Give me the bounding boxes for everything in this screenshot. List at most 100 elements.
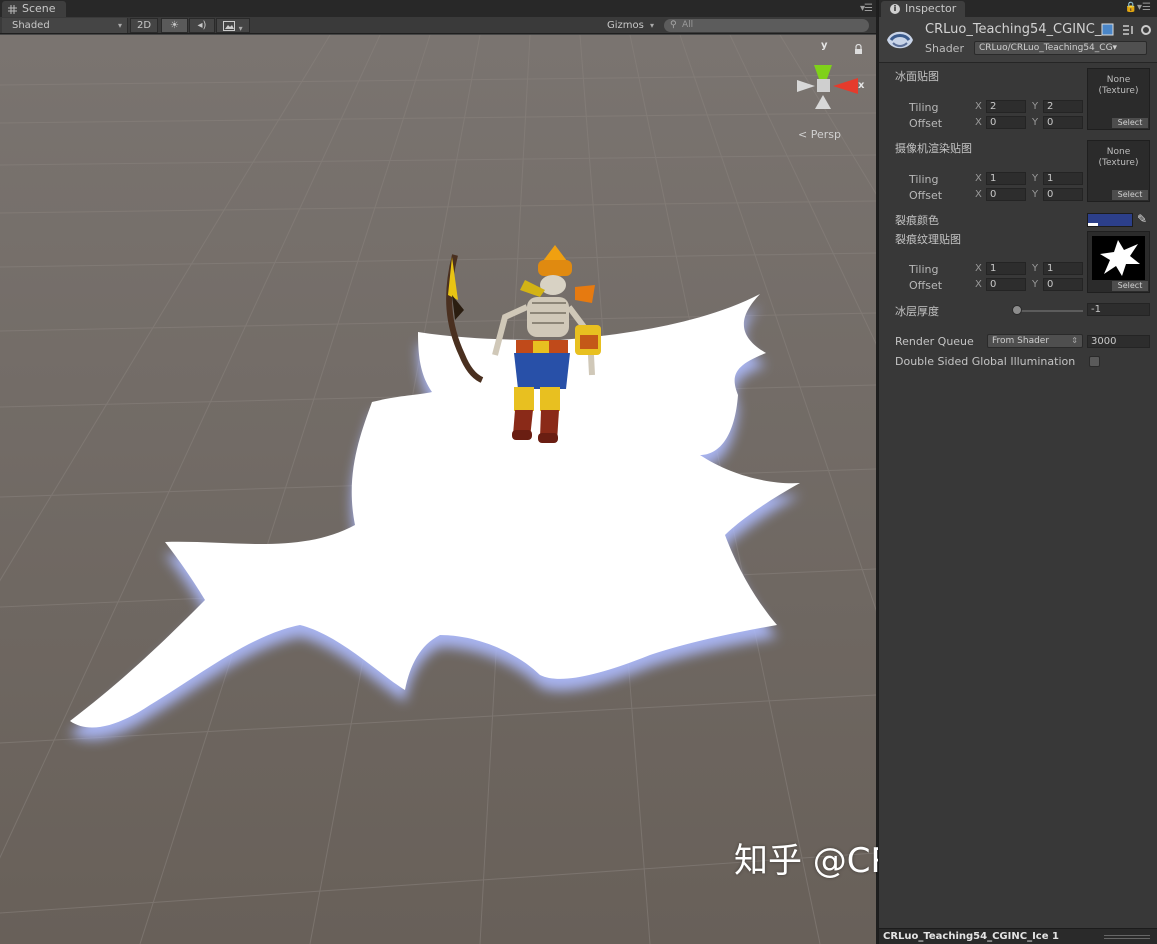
y-label: Y [1032,101,1039,112]
header-icons [1101,23,1151,36]
shader-dropdown[interactable]: CRLuo/CRLuo_Teaching54_CG▾ [974,41,1147,55]
x-label: X [975,189,982,200]
ice-offset-x-field[interactable]: 0 [986,116,1026,129]
x-label: X [975,101,982,112]
chevron-down-icon: ▾ [238,24,243,33]
crack-tiling-x-field[interactable]: 1 [986,262,1026,275]
ice-thickness-field[interactable]: -1 [1087,303,1150,316]
crack-texture-label: 裂痕纹理贴图 [895,233,961,246]
camera-texture-select-button[interactable]: Select [1112,190,1148,200]
ice-thickness-slider-handle[interactable] [1012,305,1022,315]
audio-icon: ◂) [197,20,207,31]
scene-render [0,35,876,944]
camera-tiling-x-field[interactable]: 1 [986,172,1026,185]
ice-tiling-y-field[interactable]: 2 [1043,100,1083,113]
crack-offset-y-field[interactable]: 0 [1043,278,1083,291]
draw-mode-dropdown[interactable]: Shaded ▾ [2,18,128,33]
camera-texture-label: 摄像机渲染贴图 [895,142,972,155]
scene-grid-icon [8,5,17,14]
ice-texture-label: 冰面贴图 [895,70,939,83]
presets-icon[interactable] [1123,25,1133,35]
sun-icon: ☀ [170,20,179,31]
crack-offset-x-field[interactable]: 0 [986,278,1026,291]
material-icon [887,31,913,49]
crack-tiling-y-field[interactable]: 1 [1043,262,1083,275]
projection-toggle[interactable]: < Persp [798,128,841,141]
render-queue-label: Render Queue [895,335,974,348]
effects-dropdown[interactable]: ▾ [216,18,250,33]
info-icon: i [890,4,900,14]
lighting-toggle-button[interactable]: ☀ [161,18,188,33]
texture-type-label: (Texture) [1098,86,1139,96]
tiling-label: Tiling [909,173,939,186]
camera-texture-slot[interactable]: None (Texture) Select [1087,140,1150,202]
preview-title: CRLuo_Teaching54_CGINC_Ice 1 [883,931,1059,942]
gizmo-y-label: y [821,40,828,51]
offset-label: Offset [909,189,943,202]
image-effects-icon [223,21,236,31]
2d-toggle-label: 2D [136,20,152,31]
ice-thickness-label: 冰层厚度 [895,305,939,318]
chevron-down-icon: ▾ [649,21,654,30]
camera-tiling-y-field[interactable]: 1 [1043,172,1083,185]
crack-color-field[interactable] [1087,213,1133,227]
x-label: X [975,279,982,290]
scene-search-input[interactable]: ⚲ All [664,19,869,32]
lock-icon[interactable] [854,44,863,55]
shader-label: Shader [925,42,964,55]
crack-texture-slot[interactable]: Select [1087,231,1150,293]
help-icon[interactable] [1101,23,1114,36]
inspector-tab[interactable]: i Inspector [881,1,965,17]
camera-offset-x-field[interactable]: 0 [986,188,1026,201]
texture-none-label: None [1106,147,1131,157]
ice-texture-slot[interactable]: None (Texture) Select [1087,68,1150,130]
chevron-down-icon: ▾ [1112,43,1118,53]
eyedropper-icon[interactable]: ✎ [1137,212,1147,226]
render-queue-field[interactable]: 3000 [1087,335,1150,348]
ice-tiling-x-field[interactable]: 2 [986,100,1026,113]
scene-tab[interactable]: Scene [2,1,66,17]
y-label: Y [1032,117,1039,128]
projection-label: Persp [810,128,841,141]
search-placeholder: All [682,20,694,30]
audio-toggle-button[interactable]: ◂) [189,18,215,33]
menu-icon[interactable]: ▾☰ [860,3,873,14]
y-label: Y [1032,173,1039,184]
shader-value: CRLuo/CRLuo_Teaching54_CG [979,43,1113,53]
material-header: CRLuo_Teaching54_CGINC_ Shader CRLuo/CRL… [879,17,1157,63]
scene-tabbar: Scene ▾☰ [0,0,876,17]
chevron-down-icon: ▾ [117,21,122,30]
scene-toolbar: Shaded ▾ 2D ☀ ◂) ▾ Gizmos ▾ ⚲ All [0,17,876,34]
inspector-tabbar: i Inspector 🔒▾☰ [879,0,1157,17]
lock-icon[interactable]: 🔒▾☰ [1125,2,1151,13]
tiling-label: Tiling [909,101,939,114]
scene-tab-label: Scene [22,2,56,15]
ice-texture-select-button[interactable]: Select [1112,118,1148,128]
gizmos-label: Gizmos [607,20,644,31]
offset-label: Offset [909,279,943,292]
drag-handle-icon[interactable] [1104,935,1150,939]
texture-none-label: None [1106,75,1131,85]
gear-icon[interactable] [1141,25,1151,35]
render-queue-dropdown[interactable]: From Shader ⇕ [987,334,1083,348]
double-sided-gi-label: Double Sided Global Illumination [895,355,1076,368]
ice-thickness-slider[interactable] [1015,310,1083,312]
draw-mode-label: Shaded [12,20,50,31]
inspector-panel: i Inspector 🔒▾☰ CRLuo_Teaching54_CGINC_ … [878,0,1157,944]
ice-offset-y-field[interactable]: 0 [1043,116,1083,129]
scene-panel: Scene ▾☰ Shaded ▾ 2D ☀ ◂) ▾ Gizmos ▾ ⚲ A… [0,0,1140,944]
crack-color-label: 裂痕颜色 [895,214,939,227]
preview-bar[interactable]: CRLuo_Teaching54_CGINC_Ice 1 [879,928,1157,944]
alpha-bar [1088,223,1098,226]
inspector-tab-label: Inspector [905,2,957,15]
scene-viewport[interactable]: y x < Persp [0,35,876,944]
y-label: Y [1032,279,1039,290]
camera-offset-y-field[interactable]: 0 [1043,188,1083,201]
2d-toggle-button[interactable]: 2D [130,18,158,33]
gizmo-center-cube[interactable] [817,79,830,92]
crack-texture-select-button[interactable]: Select [1112,281,1148,291]
gizmos-dropdown[interactable]: Gizmos ▾ [603,18,659,33]
offset-label: Offset [909,117,943,130]
persp-icon: < [798,128,808,141]
double-sided-gi-checkbox[interactable] [1089,356,1100,367]
